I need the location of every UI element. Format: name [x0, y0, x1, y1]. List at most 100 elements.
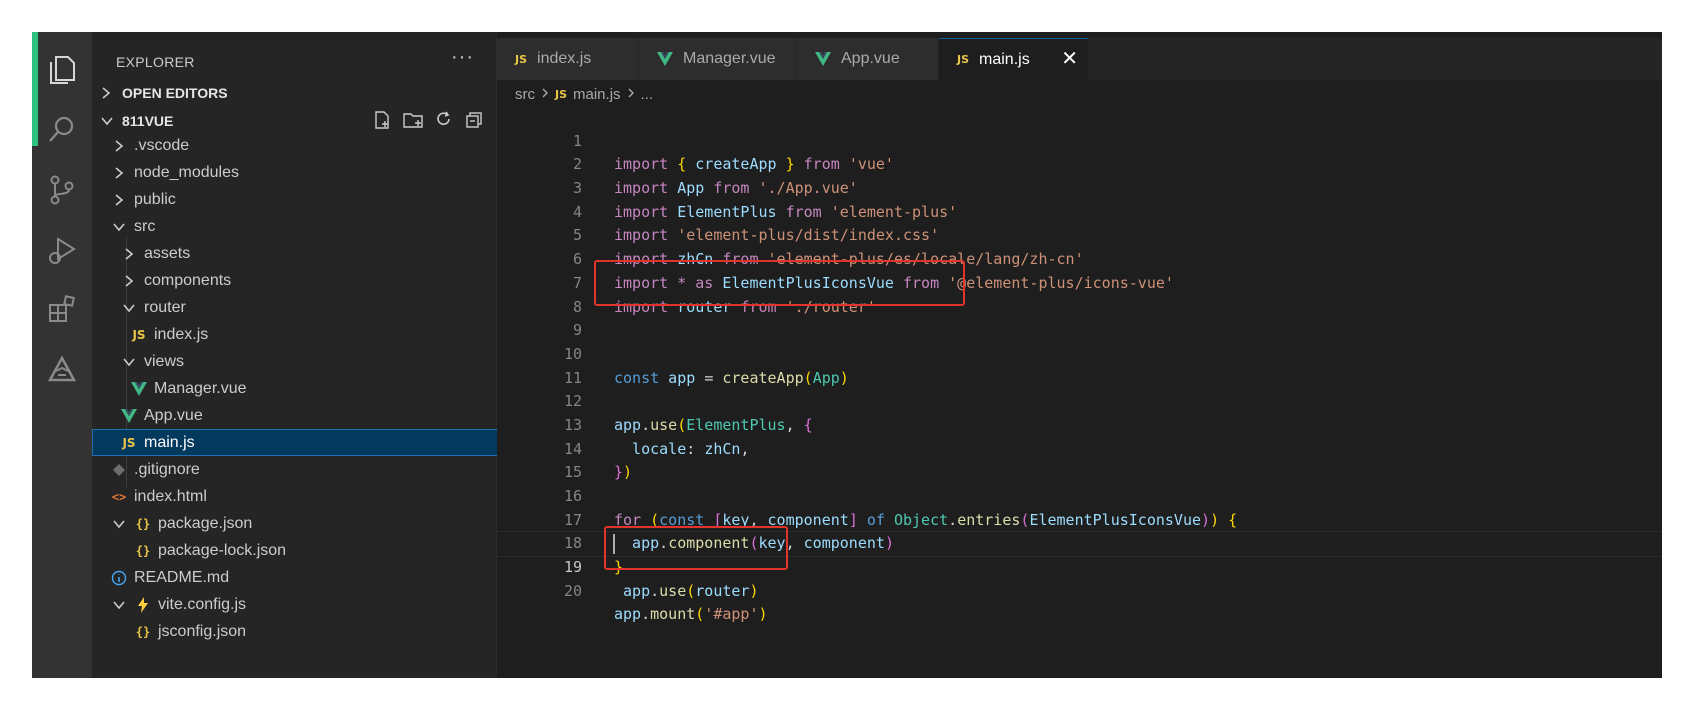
tree-item-label: index.js [154, 325, 209, 343]
chevron-down-icon [110, 218, 128, 236]
vite-file-icon [134, 596, 152, 614]
explorer-title: EXPLORER [116, 54, 195, 70]
tree-item-label: README.md [134, 568, 230, 586]
tree-item-components[interactable]: components [92, 267, 524, 294]
breadcrumb-rest[interactable]: ... [641, 86, 654, 103]
code-line: 11 [497, 343, 1662, 387]
tab-label: index.js [537, 50, 592, 67]
code-line: 12 app.use(ElementPlus, { [497, 367, 1662, 434]
vue-file-icon [657, 52, 673, 66]
tree-item-readme[interactable]: README.md [92, 564, 514, 591]
code-line: 6 import * as ElementPlusIconsVue from '… [497, 224, 1662, 292]
tab-index-js[interactable]: JS index.js [497, 38, 639, 80]
tab-bar: JS index.js Manager.vue App.vue JS main.… [497, 38, 1662, 80]
tree-item-label: node_modules [134, 163, 239, 181]
tree-item-label: src [134, 217, 156, 235]
run-debug-icon[interactable] [32, 220, 92, 280]
new-folder-icon[interactable] [402, 110, 424, 133]
json-file-icon: {} [135, 624, 151, 639]
tree-item-gitignore[interactable]: .gitignore [92, 456, 514, 483]
open-editors-section[interactable]: OPEN EDITORS [92, 80, 496, 106]
chevron-right-icon [627, 86, 635, 103]
tree-item-vite-config[interactable]: vite.config.js [92, 591, 514, 618]
js-file-icon: JS [132, 327, 146, 342]
code-line: 3 import ElementPlus from 'element-plus' [497, 153, 1662, 221]
tab-manager-vue[interactable]: Manager.vue [639, 38, 797, 80]
git-file-icon [110, 461, 128, 479]
tree-item-label: App.vue [144, 406, 203, 424]
tree-item-jsconfig-json[interactable]: {} jsconfig.json [92, 618, 538, 645]
more-actions-icon[interactable]: ··· [451, 46, 474, 69]
tree-item-vscode[interactable]: .vscode [92, 132, 514, 159]
code-line: 17 app.component(key, component) [497, 485, 1662, 553]
tab-main-js[interactable]: JS main.js ✕ [939, 38, 1089, 80]
activity-bar [32, 32, 92, 678]
tree-item-main-js[interactable]: JS main.js [92, 429, 524, 456]
code-line: 10 const app = createApp(App) [497, 319, 1662, 387]
explorer-icon[interactable] [32, 40, 92, 100]
tree-item-public[interactable]: public [92, 186, 514, 213]
breadcrumb-file[interactable]: main.js [573, 86, 621, 103]
vscode-window: EXPLORER ··· OPEN EDITORS 811VUE .vscode [32, 32, 1662, 678]
search-icon[interactable] [32, 100, 92, 160]
chevron-right-icon [100, 86, 116, 100]
project-section[interactable]: 811VUE [92, 108, 496, 134]
tree-item-index-html[interactable]: <> index.html [92, 483, 514, 510]
json-file-icon: {} [135, 516, 151, 531]
tree-item-package-lock-json[interactable]: {} package-lock.json [92, 537, 538, 564]
tree-item-router[interactable]: router [92, 294, 524, 321]
highlight-box-router-import [594, 260, 965, 306]
tree-item-package-json[interactable]: {} package.json [92, 510, 514, 537]
code-text: app.use(router) [614, 581, 759, 600]
js-file-icon: JS [122, 435, 136, 450]
breadcrumb-folder[interactable]: src [515, 86, 535, 103]
tree-item-label: jsconfig.json [158, 622, 247, 640]
refresh-icon[interactable] [434, 110, 454, 133]
json-file-icon: {} [135, 543, 151, 558]
code-line: 5 import zhCn from 'element-plus/es/loca… [497, 201, 1662, 268]
info-file-icon [110, 569, 128, 587]
chevron-down-icon [120, 353, 138, 371]
code-editor[interactable]: 1 import { createApp } from 'vue' 2 impo… [496, 106, 1662, 623]
collapse-all-icon[interactable] [464, 110, 484, 133]
tree-item-app-vue[interactable]: App.vue [92, 402, 524, 429]
code-line: 16 for (const [key, component] of Object… [497, 461, 1662, 529]
tree-item-label: Manager.vue [154, 379, 247, 397]
code-line: 1 import { createApp } from 'vue' [497, 106, 1662, 174]
breadcrumb: src JS main.js ... [515, 82, 653, 106]
chevron-down-icon [110, 596, 128, 614]
tree-item-node-modules[interactable]: node_modules [92, 159, 514, 186]
chevron-down-icon [100, 115, 116, 127]
tree-item-assets[interactable]: assets [92, 240, 524, 267]
project-label: 811VUE [122, 113, 174, 129]
codeium-icon[interactable] [32, 340, 92, 400]
source-control-icon[interactable] [32, 160, 92, 220]
new-file-icon[interactable] [372, 110, 392, 133]
tree-item-label: router [144, 298, 186, 316]
tree-item-label: main.js [144, 433, 195, 451]
code-line: 13 locale: zhCn, [497, 390, 1662, 458]
tree-item-label: index.html [134, 487, 207, 505]
tab-app-vue[interactable]: App.vue [797, 38, 939, 80]
vue-file-icon [120, 407, 138, 425]
extensions-icon[interactable] [32, 280, 92, 340]
tree-item-views[interactable]: views [92, 348, 524, 375]
chevron-right-icon [110, 191, 128, 209]
chevron-down-icon [110, 515, 128, 533]
line-number: 20 [563, 581, 582, 600]
tree-item-src[interactable]: src [92, 213, 514, 240]
open-editors-label: OPEN EDITORS [122, 85, 228, 101]
tab-label: App.vue [841, 50, 900, 67]
close-icon[interactable]: ✕ [1061, 49, 1078, 69]
chevron-right-icon [541, 86, 549, 103]
code-line: 2 import App from './App.vue' [497, 130, 1662, 197]
tree-item-manager-vue[interactable]: Manager.vue [92, 375, 534, 402]
code-text: app.mount('#app') [614, 605, 768, 624]
project-actions [372, 108, 484, 134]
chevron-right-icon [120, 245, 138, 263]
js-file-icon: JS [555, 87, 568, 101]
tree-item-router-index-js[interactable]: JS index.js [92, 321, 534, 348]
tree-item-label: components [144, 271, 232, 289]
tab-label: Manager.vue [683, 50, 776, 67]
explorer-sidebar: EXPLORER ··· OPEN EDITORS 811VUE .vscode [92, 32, 524, 678]
